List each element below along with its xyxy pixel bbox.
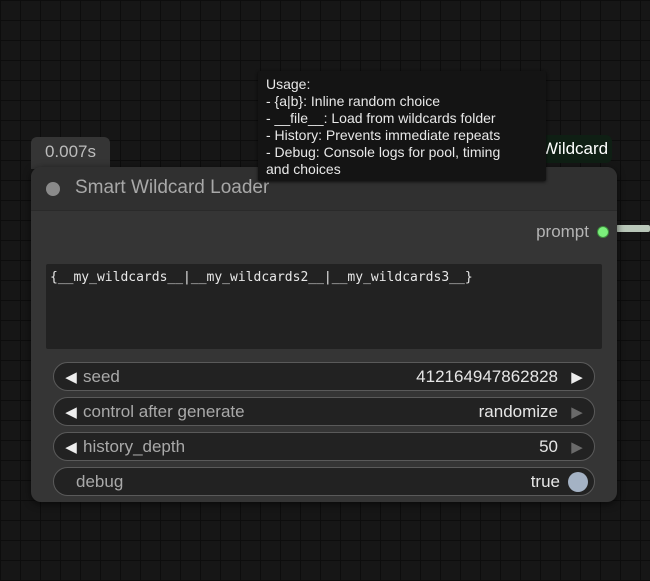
control-after-generate-widget[interactable]: ◀ control after generate randomize ▶ xyxy=(53,397,595,426)
widget-value[interactable]: 50 xyxy=(539,437,558,457)
tooltip-line: - History: Prevents immediate repeats xyxy=(266,127,501,143)
increment-arrow-icon[interactable]: ▶ xyxy=(568,438,586,456)
widget-label: history_depth xyxy=(83,436,186,456)
increment-arrow-icon[interactable]: ▶ xyxy=(568,368,586,386)
debug-toggle-widget[interactable]: debug true xyxy=(53,467,595,496)
tooltip-line: Usage: xyxy=(266,76,311,92)
prompt-textarea[interactable]: {__my_wildcards__|__my_wildcards2__|__my… xyxy=(46,264,602,349)
output-dot-icon[interactable] xyxy=(597,226,609,238)
node-title: Smart Wildcard Loader xyxy=(75,177,270,198)
usage-tooltip: Usage: - {a|b}: Inline random choice - __f… xyxy=(258,71,546,181)
widget-label: seed xyxy=(83,366,120,386)
decrement-arrow-icon[interactable]: ◀ xyxy=(62,368,80,386)
smart-wildcard-loader-node[interactable]: Smart Wildcard Loader prompt {__my_wildc… xyxy=(31,167,617,502)
tooltip-line: - __file__: Load from wildcards folder xyxy=(266,110,496,126)
output-label: prompt xyxy=(536,222,589,241)
widget-value[interactable]: 412164947862828 xyxy=(416,367,558,387)
tooltip-line: and choices xyxy=(266,161,341,177)
previous-arrow-icon[interactable]: ◀ xyxy=(62,403,80,421)
tooltip-line: - {a|b}: Inline random choice xyxy=(266,93,441,109)
output-slot-prompt[interactable]: prompt xyxy=(536,222,609,242)
next-arrow-icon[interactable]: ▶ xyxy=(568,403,586,421)
connection-link[interactable] xyxy=(616,225,650,232)
widget-value: true xyxy=(530,471,560,491)
tooltip-line: - Debug: Console logs for pool, timing xyxy=(266,144,501,160)
toggle-knob-icon[interactable] xyxy=(568,471,588,492)
widget-value[interactable]: randomize xyxy=(479,402,558,422)
decrement-arrow-icon[interactable]: ◀ xyxy=(62,438,80,456)
widget-label: debug xyxy=(76,471,124,491)
execution-time-badge: 0.007s xyxy=(31,137,110,169)
seed-widget[interactable]: ◀ seed 412164947862828 ▶ xyxy=(53,362,595,391)
history-depth-widget[interactable]: ◀ history_depth 50 ▶ xyxy=(53,432,595,461)
widget-label: control after generate xyxy=(83,401,245,421)
collapse-dot-icon[interactable] xyxy=(46,182,60,196)
